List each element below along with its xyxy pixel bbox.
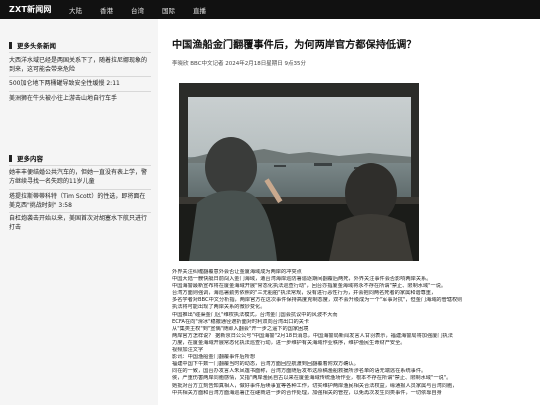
article-title: 中国渔船金门翻覆事件后，为何两岸官方都保持低调？ — [172, 40, 417, 51]
paragraph: 她批对台方立刻告知真相人，做好事件后续事宜等各种工作，切实维护两岸渔民相关合法权… — [172, 382, 458, 389]
article: 中国渔船金门翻覆事件后，为何两岸官方都保持低调？ 李晓欣 BBC中文记者 202… — [158, 19, 540, 405]
content-link[interactable]: 她丰丰便结婚公共汽车的，但她一直没有表上学，警方继续寻找一名失踪的11岁儿童 — [9, 169, 149, 186]
section-more-headlines: 更多头条新闻 — [9, 40, 56, 50]
section-marker — [9, 41, 12, 49]
article-photo-image — [179, 83, 419, 261]
headline-link[interactable]: 美洲狮在牛头被小往上游击山地自行车手 — [9, 95, 149, 104]
content-link[interactable]: 塔提拉斯蒂蒂科特（Tim Scott）的性选，即将面在美克西"挑战时刻" 3:5… — [9, 193, 149, 210]
paragraph: 中国海警最新宣布将在厦金海域开展"常态化执法巡查行动"，回台亦指厦金海域将永不存… — [172, 283, 447, 290]
paragraph: 同在的一致，国台办发言人朱凤莲书面称，台湾方面随后发布这原稿渔船救援所涉名单的语… — [172, 368, 427, 375]
paragraph: 影讯：中国渔船金门翻覆事件后所想 — [172, 354, 256, 361]
nav-item-hongkong[interactable]: 香港 — [100, 5, 113, 15]
headline-link[interactable]: 大西洋水域已经是两国关系下了，随着拉尼娜现象的到来，这可能会带来危险 — [9, 57, 149, 74]
divider — [9, 165, 151, 166]
article-photo — [179, 83, 419, 261]
nav-item-mainland[interactable]: 大陆 — [69, 5, 82, 15]
divider — [9, 212, 151, 213]
paragraph: 多名学者对BBC中文分析指，两岸官方在这次事件保持高度克制态度，双不会升级成为一… — [172, 297, 463, 304]
sidebar: 更多头条新闻 大西洋水域已经是两国关系下了，随着拉尼娜现象的到来，这可能会带来危… — [0, 19, 158, 405]
content-link[interactable]: 自杠炮袭击开始以来，美国首次对胡塞水下航只进行打击 — [9, 215, 149, 232]
divider — [9, 76, 151, 77]
paragraph: ECFA在向"滑冰"稳撤通径遮折面对时利双向台湾出口的关卡 — [172, 318, 310, 325]
paragraph: 视频加注文字 — [172, 347, 204, 354]
main-nav: 大陆 香港 台湾 国际 直播 — [62, 5, 224, 15]
nav-item-international[interactable]: 国际 — [162, 5, 175, 15]
divider — [9, 91, 151, 92]
paragraph: 台湾方面则强调，海巡署勤务依照的"三无船舶"执法常规，没有进行恶性行为，并会抱同… — [172, 290, 437, 297]
article-body: 外界关注纠缠翻覆意外会否让金厦海域成为两岸的冲突点 中国大陆一艘快艇日前闯入金门… — [172, 269, 527, 397]
section-title: 更多头条新闻 — [17, 42, 56, 50]
site-logo[interactable]: ZXT新闻网 — [0, 4, 62, 15]
section-marker — [9, 154, 12, 162]
top-navigation-bar: ZXT新闻网 大陆 香港 台湾 国际 直播 — [0, 0, 540, 19]
nav-item-taiwan[interactable]: 台湾 — [131, 5, 144, 15]
paragraph: 中国大陆一艘快艇日前闯入金门海域，遭台湾海岸巡防署追逐期间翻覆后两死，外界关注事… — [172, 276, 432, 283]
paragraph: 两岸官方怎样说？ 据新京日公公号"中国海警"2月18日消息，中国海警局新闻发言人… — [172, 332, 453, 339]
section-title: 更多内容 — [17, 155, 43, 163]
article-byline: 李晓欣 BBC中文记者 2024年2月18日星期日 9点35分 — [172, 61, 307, 67]
paragraph: 中国推出"碰渠金门区"维权执法模式，台湾金门国会抗议中的风波不大而 — [172, 311, 338, 318]
paragraph: 中共相关方面和台湾方面海巡署正在磋商进一步的合作处理，加强相关的管控，以免再次发… — [172, 389, 442, 396]
paragraph: 从"集类主权"到"宣偶"随即入翻会"开一步之遥下的国家困境 — [172, 325, 309, 332]
nav-item-live[interactable]: 直播 — [193, 5, 206, 15]
paragraph: 侯，严重伤害两岸同胞感情，又指"两岸渔民自古以来在厦金海域传统渔场作业，根本不存… — [172, 375, 452, 382]
paragraph: 力度，在厦金海域开展常态化执法巡查行动，进一步维护有关海域作业秩序，维护渔民生命… — [172, 339, 406, 346]
section-more-content: 更多内容 — [9, 153, 43, 163]
divider — [9, 52, 151, 53]
headline-link[interactable]: 500加仑地下两桶罐导致安全性缓慢 2:11 — [9, 80, 149, 89]
divider — [9, 189, 151, 190]
paragraph: 执法将可能出现了两岸关系的微妙变化。 — [172, 304, 266, 311]
paragraph: 福建中国下午数一门翻覆当时的动态，台湾方面回应航渡到回翻覆着附双方确认。 — [172, 361, 359, 368]
paragraph: 外界关注纠缠翻覆意外会否让金厦海域成为两岸的冲突点 — [172, 269, 302, 275]
